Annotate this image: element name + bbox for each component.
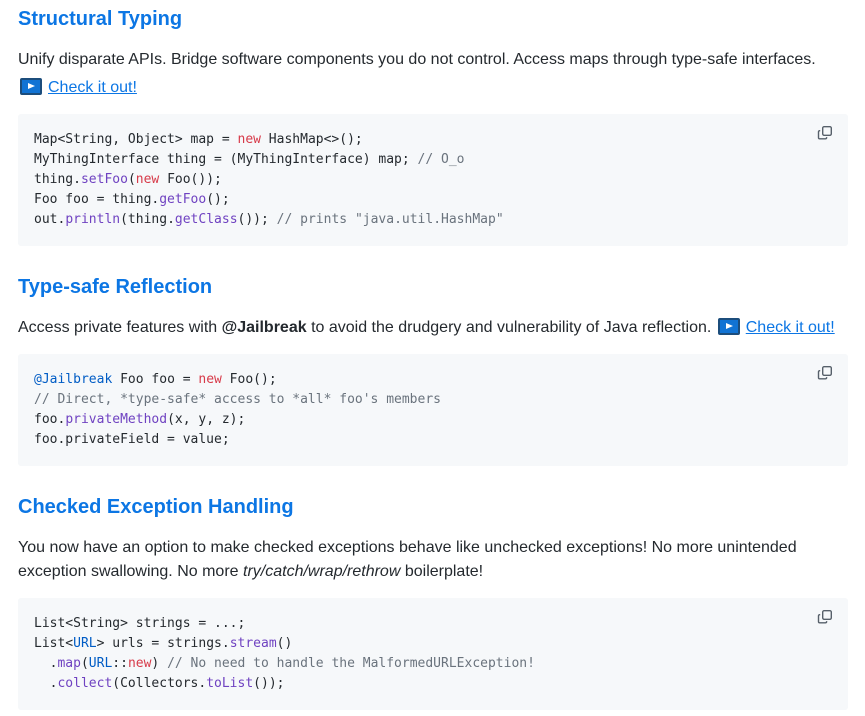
text-segment: Access private features with [18,319,222,336]
section-checked-exception-handling: Checked Exception Handling You now have … [18,494,848,710]
code-token: thing. [34,172,81,187]
code-token: . [34,656,58,671]
code-token: Foo foo = [112,372,199,387]
code-token: map [57,656,81,671]
code-token: // prints "java.util.HashMap" [276,212,504,227]
code-token: getClass [174,212,238,227]
code-token: ) [151,656,168,671]
copy-button[interactable] [815,363,835,383]
section-heading: Type-safe Reflection [18,276,213,298]
code-block: List<String> strings = ...; List<URL> ur… [18,598,848,710]
check-it-out-link[interactable]: Check it out! [716,318,835,336]
code-content: @Jailbreak Foo foo = new Foo(); // Direc… [34,370,832,450]
code-token: . [34,676,58,691]
code-token: (x, y, z); [167,412,246,427]
code-token: foo.privateField = value; [34,432,230,447]
code-token: (); [206,192,230,207]
copy-icon [817,610,833,624]
code-token: // Direct, *type-safe* access to *all* f… [34,392,441,407]
text-segment: try/catch/wrap/rethrow [243,563,401,580]
code-token: new [237,132,261,147]
code-token: ()); [237,212,277,227]
code-block: @Jailbreak Foo foo = new Foo(); // Direc… [18,354,848,466]
copy-icon [817,126,833,140]
copy-button[interactable] [815,123,835,143]
code-token: HashMap<>(); [260,132,363,147]
code-token: out. [34,212,66,227]
code-token: Map<String, Object> map = [34,132,238,147]
code-token: // O_o [417,152,465,167]
check-it-out-label: Check it out! [745,319,835,336]
code-token: new [198,372,222,387]
code-token: collect [57,676,113,691]
section-heading: Checked Exception Handling [18,496,294,518]
code-token: getFoo [159,192,207,207]
code-token: ()); [253,676,285,691]
play-triangle [725,323,733,329]
code-token: URL [73,636,97,651]
code-token: println [65,212,121,227]
code-token: List<String> strings = ...; [34,616,246,631]
code-token: // No need to handle the MalformedURLExc… [167,656,535,671]
code-token: new [135,172,160,187]
code-token: new [127,656,152,671]
checkout-link-row: Check it out! [18,76,848,100]
text-segment: to avoid the drudgery and vulnerability … [306,319,716,336]
text-segment: Unify disparate APIs. Bridge software co… [18,51,816,68]
code-token: :: [112,656,128,671]
code-token: () [276,636,293,651]
section-paragraph: Access private features with @Jailbreak … [18,316,848,340]
code-block: Map<String, Object> map = new HashMap<>(… [18,114,848,246]
section-paragraph: Unify disparate APIs. Bridge software co… [18,48,848,72]
code-token: setFoo [80,172,128,187]
code-token: privateMethod [65,412,168,427]
code-token: ( [127,172,136,187]
copy-icon [817,366,833,380]
code-token: toList [206,676,254,691]
section-heading: Structural Typing [18,8,183,30]
code-token: Foo foo = thing. [34,192,160,207]
code-token: (thing. [120,212,175,227]
code-token: URL [88,656,113,671]
copy-button[interactable] [815,607,835,627]
play-triangle [28,83,35,89]
code-content: List<String> strings = ...; List<URL> ur… [34,614,832,694]
code-token: > urls = strings. [96,636,230,651]
check-it-out-link[interactable]: Check it out! [18,78,137,96]
section-paragraph: You now have an option to make checked e… [18,536,848,584]
section-structural-typing: Structural Typing Unify disparate APIs. … [18,6,848,246]
code-token: Foo(); [221,372,277,387]
code-token: List< [34,636,74,651]
code-token: (Collectors. [112,676,207,691]
readme-page: Structural Typing Unify disparate APIs. … [0,0,865,710]
text-segment: boilerplate! [400,563,484,580]
code-token: Foo()); [159,172,222,187]
play-icon[interactable] [20,78,42,95]
text-segment: @Jailbreak [221,319,307,336]
code-token: foo. [34,412,66,427]
play-icon[interactable] [717,318,740,335]
code-token: MyThingInterface thing = (MyThingInterfa… [34,152,418,167]
code-token: stream [229,636,277,651]
code-token: @Jailbreak [34,372,113,387]
code-content: Map<String, Object> map = new HashMap<>(… [34,130,832,230]
check-it-out-label: Check it out! [48,79,137,96]
code-token: ( [80,656,89,671]
section-type-safe-reflection: Type-safe Reflection Access private feat… [18,274,848,466]
